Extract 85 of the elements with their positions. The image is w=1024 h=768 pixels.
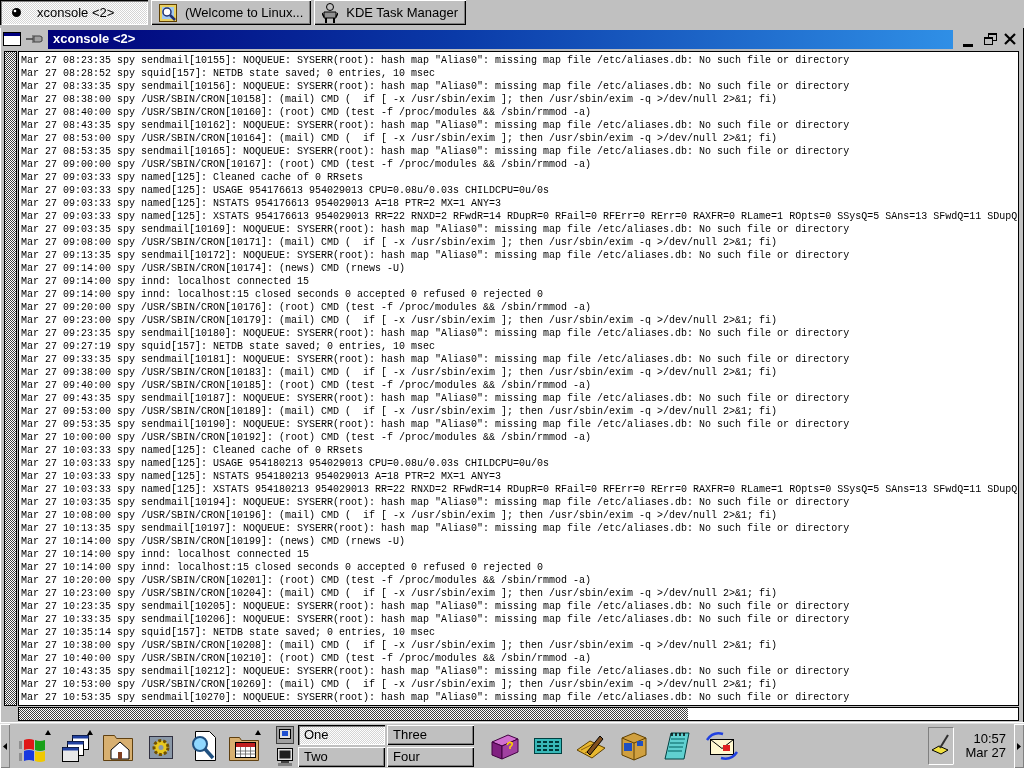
log-line: Mar 27 10:14:00 spy innd: localhost connected 15 — [21, 548, 310, 561]
task-button[interactable]: (Welcome to Linux... — [151, 0, 312, 25]
vertical-scrollbar[interactable] — [4, 51, 17, 706]
desktop-button[interactable]: Three — [387, 725, 474, 745]
window-title: xconsole <2> — [53, 31, 136, 47]
log-line: Mar 27 10:03:33 spy named[125]: Cleaned cache of 0 RRsets — [21, 444, 364, 457]
log-line: Mar 27 08:40:00 spy /USR/SBIN/CRON[10160]: (root) CMD (test -f /proc/modules && /sbin/rmmod -a) — [21, 106, 592, 119]
log-line: Mar 27 10:40:00 spy /USR/SBIN/CRON[10210]: (root) CMD (test -f /proc/modules && /sbin/rmmod -a) — [21, 652, 592, 665]
log-line: Mar 27 08:23:35 spy sendmail[10155]: NOQUEUE: SYSERR(root): hash map "Alias0": missing map file /etc/aliases.db: No such file or directory — [21, 54, 850, 67]
log-line: Mar 27 08:53:35 spy sendmail[10165]: NOQUEUE: SYSERR(root): hash map "Alias0": missing map file /etc/aliases.db: No such file or directory — [21, 145, 850, 158]
scrollbar-thumb[interactable] — [19, 708, 689, 720]
log-line: Mar 27 10:20:00 spy /USR/SBIN/CRON[10201]: (root) CMD (test -f /proc/modules && /sbin/rmmod -a) — [21, 574, 592, 587]
log-line: Mar 27 10:03:33 spy named[125]: NSTATS 954180213 954029013 A=18 PTR=2 MX=1 ANY=3 — [21, 470, 502, 483]
restore-icon — [983, 33, 997, 45]
screen-icon[interactable] — [276, 726, 294, 744]
log-line: Mar 27 09:23:35 spy sendmail[10180]: NOQUEUE: SYSERR(root): hash map "Alias0": missing map file /etc/aliases.db: No such file or directory — [21, 327, 850, 340]
mail-icon[interactable] — [705, 731, 739, 761]
log-line: Mar 27 09:03:35 spy sendmail[10169]: NOQUEUE: SYSERR(root): hash map "Alias0": missing map file /etc/aliases.db: No such file or directory — [21, 223, 850, 236]
desktop-button[interactable]: Two — [298, 747, 385, 767]
log-line: Mar 27 10:43:35 spy sendmail[10212]: NOQUEUE: SYSERR(root): hash map "Alias0": missing map file /etc/aliases.db: No such file or directory — [21, 665, 850, 678]
log-line: Mar 27 08:33:35 spy sendmail[10156]: NOQUEUE: SYSERR(root): hash map "Alias0": missing map file /etc/aliases.db: No such file or directory — [21, 80, 850, 93]
log-line: Mar 27 09:14:00 spy innd: localhost:15 closed seconds 0 accepted 0 refused 0 rejected 0 — [21, 288, 544, 301]
log-line: Mar 27 08:53:00 spy /USR/SBIN/CRON[10164]: (mail) CMD ( if [ -x /usr/sbin/exim ]; then /usr/sbin/exim -q >/dev/null 2>&1; fi) — [21, 132, 778, 145]
desktop-button[interactable]: One — [298, 725, 385, 745]
log-line: Mar 27 09:03:33 spy named[125]: XSTATS 954176613 954029013 RR=22 RNXD=2 RFwdR=14 RDupR=0 RFail=0 RFErr=0 RErr=0 RAXFR=0 RLame=1 ROpts=0 SSysQ=5 SAns=13 SFwdQ=11 SDupQ — [21, 210, 1018, 223]
minimize-button[interactable] — [963, 43, 973, 47]
log-line: Mar 27 10:03:35 spy sendmail[10194]: NOQUEUE: SYSERR(root): hash map "Alias0": missing map file /etc/aliases.db: No such file or directory — [21, 496, 850, 509]
log-line: Mar 27 09:03:33 spy named[125]: NSTATS 954176613 954029013 A=18 PTR=2 MX=1 ANY=3 — [21, 197, 502, 210]
log-line: Mar 27 08:43:35 spy sendmail[10162]: NOQUEUE: SYSERR(root): hash map "Alias0": missing map file /etc/aliases.db: No such file or directory — [21, 119, 850, 132]
log-line: Mar 27 08:28:52 spy squid[157]: NETDB state saved; 0 entries, 10 msec — [21, 67, 436, 80]
log-line: Mar 27 10:38:00 spy /USR/SBIN/CRON[10208]: (mail) CMD ( if [ -x /usr/sbin/exim ]; then /usr/sbin/exim -q >/dev/null 2>&1; fi) — [21, 639, 778, 652]
window-icon[interactable] — [3, 32, 21, 46]
log-line: Mar 27 09:03:33 spy named[125]: Cleaned cache of 0 RRsets — [21, 171, 364, 184]
log-line: Mar 27 10:13:35 spy sendmail[10197]: NOQUEUE: SYSERR(root): hash map "Alias0": missing map file /etc/aliases.db: No such file or directory — [21, 522, 850, 535]
log-line: Mar 27 09:27:19 spy squid[157]: NETDB state saved; 0 entries, 10 msec — [21, 340, 436, 353]
log-line: Mar 27 09:43:35 spy sendmail[10187]: NOQUEUE: SYSERR(root): hash map "Alias0": missing map file /etc/aliases.db: No such file or directory — [21, 392, 850, 405]
caret-right-icon — [1017, 742, 1021, 750]
log-line: Mar 27 10:23:00 spy /USR/SBIN/CRON[10204]: (mail) CMD ( if [ -x /usr/sbin/exim ]; then /usr/sbin/exim -q >/dev/null 2>&1; fi) — [21, 587, 778, 600]
monitor-icon[interactable] — [276, 748, 294, 766]
flag-icon[interactable] — [18, 729, 52, 763]
log-line: Mar 27 08:38:00 spy /USR/SBIN/CRON[10158]: (mail) CMD ( if [ -x /usr/sbin/exim ]; then /usr/sbin/exim -q >/dev/null 2>&1; fi) — [21, 93, 778, 106]
question-box-icon[interactable] — [490, 731, 520, 761]
pin-icon[interactable] — [26, 34, 44, 44]
caret-left-icon — [3, 742, 7, 750]
log-line: Mar 27 09:23:00 spy /USR/SBIN/CRON[10179]: (mail) CMD ( if [ -x /usr/sbin/exim ]; then /usr/sbin/exim -q >/dev/null 2>&1; fi) — [21, 314, 778, 327]
clock-date: Mar 27 — [965, 746, 1006, 760]
clock-time: 10:57 — [973, 732, 1006, 746]
log-line: Mar 27 10:35:14 spy squid[157]: NETDB state saved; 0 entries, 10 msec — [21, 626, 436, 639]
log-line: Mar 27 09:53:35 spy sendmail[10190]: NOQUEUE: SYSERR(root): hash map "Alias0": missing map file /etc/aliases.db: No such file or directory — [21, 418, 850, 431]
horizontal-scrollbar[interactable] — [18, 707, 1019, 721]
log-line: Mar 27 09:03:33 spy named[125]: USAGE 954176613 954029013 CPU=0.08u/0.03s CHILDCPU=0u/0s — [21, 184, 550, 197]
log-line: Mar 27 10:23:35 spy sendmail[10205]: NOQUEUE: SYSERR(root): hash map "Alias0": missing map file /etc/aliases.db: No such file or directory — [21, 600, 850, 613]
notepad-icon[interactable] — [662, 731, 692, 761]
package-icon[interactable] — [619, 731, 649, 761]
log-line: Mar 27 09:38:00 spy /USR/SBIN/CRON[10183]: (mail) CMD ( if [ -x /usr/sbin/exim ]; then /usr/sbin/exim -q >/dev/null 2>&1; fi) — [21, 366, 778, 379]
magnifier-icon — [159, 3, 177, 22]
log-line: Mar 27 10:14:00 spy /USR/SBIN/CRON[10199]: (news) CMD (rnews -U) — [21, 535, 406, 548]
task-button[interactable]: xconsole <2> — [0, 0, 148, 25]
calendar-icon[interactable] — [228, 729, 262, 763]
desktop-button[interactable]: Four — [387, 747, 474, 767]
log-line: Mar 27 09:00:00 spy /USR/SBIN/CRON[10167]: (root) CMD (test -f /proc/modules && /sbin/rmmod -a) — [21, 158, 592, 171]
log-line: Mar 27 10:00:00 spy /USR/SBIN/CRON[10192]: (root) CMD (test -f /proc/modules && /sbin/rmmod -a) — [21, 431, 592, 444]
log-line: Mar 27 10:03:33 spy named[125]: USAGE 954180213 954029013 CPU=0.08u/0.03s CHILDCPU=0u/0s — [21, 457, 550, 470]
log-line: Mar 27 10:14:00 spy innd: localhost:15 closed seconds 0 accepted 0 refused 0 rejected 0 — [21, 561, 544, 574]
log-line: Mar 27 09:33:35 spy sendmail[10181]: NOQUEUE: SYSERR(root): hash map "Alias0": missing map file /etc/aliases.db: No such file or directory — [21, 353, 850, 366]
log-line: Mar 27 09:14:00 spy /USR/SBIN/CRON[10174]: (news) CMD (rnews -U) — [21, 262, 406, 275]
log-line: Mar 27 10:53:00 spy /USR/SBIN/CRON[10269]: (mail) CMD ( if [ -x /usr/sbin/exim ]; then /usr/sbin/exim -q >/dev/null 2>&1; fi) — [21, 678, 778, 691]
task-button[interactable]: KDE Task Manager — [314, 0, 467, 25]
log-line: Mar 27 09:20:00 spy /USR/SBIN/CRON[10176]: (root) CMD (test -f /proc/modules && /sbin/rmmod -a) — [21, 301, 592, 314]
log-line: Mar 27 09:13:35 spy sendmail[10172]: NOQUEUE: SYSERR(root): hash map "Alias0": missing map file /etc/aliases.db: No such file or directory — [21, 249, 850, 262]
panel-hide-button[interactable] — [0, 724, 10, 768]
log-line: Mar 27 09:53:00 spy /USR/SBIN/CRON[10189]: (mail) CMD ( if [ -x /usr/sbin/exim ]; then /usr/sbin/exim -q >/dev/null 2>&1; fi) — [21, 405, 778, 418]
close-icon — [1004, 33, 1016, 45]
brush-icon[interactable] — [927, 727, 954, 765]
log-line: Mar 27 10:53:35 spy sendmail[10270]: NOQUEUE: SYSERR(root): hash map "Alias0": missing map file /etc/aliases.db: No such file or directory — [21, 691, 850, 704]
log-line: Mar 27 09:08:00 spy /USR/SBIN/CRON[10171]: (mail) CMD ( if [ -x /usr/sbin/exim ]; then /usr/sbin/exim -q >/dev/null 2>&1; fi) — [21, 236, 778, 249]
panel-hide-button[interactable] — [1014, 724, 1024, 768]
windows-icon[interactable] — [60, 729, 94, 763]
log-line: Mar 27 10:08:00 spy /USR/SBIN/CRON[10196]: (mail) CMD ( if [ -x /usr/sbin/exim ]; then /usr/sbin/exim -q >/dev/null 2>&1; fi) — [21, 509, 778, 522]
person-icon — [322, 2, 339, 23]
dot-icon — [12, 8, 21, 17]
log-line: Mar 27 10:03:33 spy named[125]: XSTATS 954180213 954029013 RR=22 RNXD=2 RFwdR=14 RDupR=0 RFail=0 RFErr=0 RErr=0 RAXFR=0 RLame=1 ROpts=0 SSysQ=5 SAns=13 SFwdQ=11 SDupQ — [21, 483, 1018, 496]
log-line: Mar 27 09:14:00 spy innd: localhost connected 15 — [21, 275, 310, 288]
log-line: Mar 27 09:40:00 spy /USR/SBIN/CRON[10185]: (root) CMD (test -f /proc/modules && /sbin/rmmod -a) — [21, 379, 592, 392]
log-line: Mar 27 10:33:35 spy sendmail[10206]: NOQUEUE: SYSERR(root): hash map "Alias0": missing map file /etc/aliases.db: No such file or directory — [21, 613, 850, 626]
